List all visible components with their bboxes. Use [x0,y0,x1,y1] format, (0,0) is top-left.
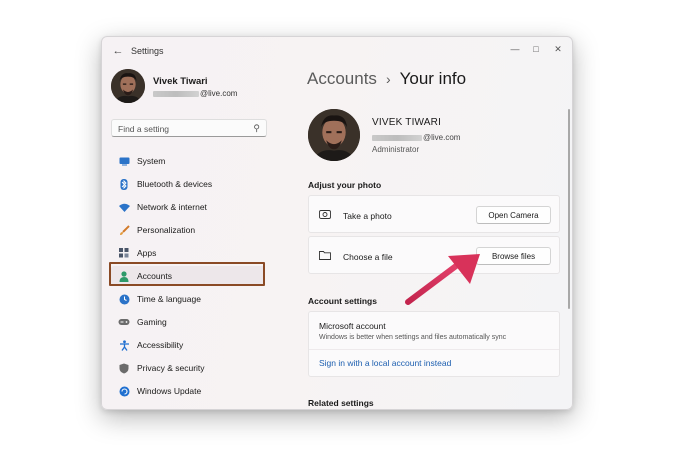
profile-email: @live.com [372,133,460,142]
sidebar-item-gaming[interactable]: Gaming [111,312,265,332]
sidebar-item-label: Accounts [137,271,172,281]
profile-avatar [308,109,360,161]
sidebar-item-label: Apps [137,248,157,258]
maximize-icon[interactable]: □ [526,41,546,57]
monitor-icon [118,155,130,167]
take-photo-label: Take a photo [343,211,392,221]
camera-icon [319,209,331,221]
sidebar-item-label: Privacy & security [137,363,205,373]
sidebar-item-label: Windows Update [137,386,202,396]
person-icon [118,270,130,282]
redacted-email-prefix [153,90,199,97]
related-settings-heading: Related settings [308,398,374,408]
divider [309,349,559,350]
close-icon[interactable]: ✕ [548,41,568,57]
search-box[interactable]: ⚲ [111,119,267,137]
update-icon [118,385,130,397]
sidebar-item-personalization[interactable]: Personalization [111,220,265,240]
search-input[interactable] [118,123,246,135]
avatar-photo-icon [308,109,360,161]
avatar[interactable] [111,69,145,103]
bluetooth-icon [118,178,130,190]
sidebar-item-privacy-security[interactable]: Privacy & security [111,358,265,378]
gamepad-icon [118,316,130,328]
adjust-photo-heading: Adjust your photo [308,180,382,190]
apps-icon [118,247,130,259]
breadcrumb-parent[interactable]: Accounts [307,69,377,89]
annotation-arrow-icon [405,254,480,305]
breadcrumb: Accounts › Your info [307,69,466,89]
brush-icon [118,224,130,236]
scrollbar[interactable] [568,109,570,309]
sidebar-item-label: Accessibility [137,340,184,350]
take-photo-card: Take a photo Open Camera [308,195,560,233]
back-arrow-icon[interactable]: ← [110,43,126,59]
sidebar-item-apps[interactable]: Apps [111,243,265,263]
microsoft-account-subtitle: Windows is better when settings and file… [319,334,507,341]
sidebar-item-system[interactable]: System [111,151,265,171]
profile-name: VIVEK TIWARI [372,117,442,128]
user-email: @live.com [153,89,237,98]
wifi-icon [118,201,130,213]
user-email-suffix: @live.com [200,89,238,98]
user-name: Vivek Tiwari [153,76,208,87]
globe-clock-icon [118,293,130,305]
sidebar-item-time-language[interactable]: Time & language [111,289,265,309]
sidebar-item-accessibility[interactable]: Accessibility [111,335,265,355]
microsoft-account-title: Microsoft account [319,321,386,331]
title-bar: ← Settings — □ ✕ [102,37,572,65]
minimize-icon[interactable]: — [505,41,525,57]
redacted-email-prefix [372,134,422,141]
sidebar-item-label: Network & internet [137,202,207,212]
profile-role: Administrator [372,145,420,154]
sidebar-item-label: Gaming [137,317,167,327]
avatar-photo-icon [111,69,145,103]
sidebar-item-label: System [137,156,166,166]
sidebar-item-bluetooth[interactable]: Bluetooth & devices [111,174,265,194]
sidebar-item-network[interactable]: Network & internet [111,197,265,217]
sidebar-item-label: Time & language [137,294,201,304]
microsoft-account-card: Microsoft account Windows is better when… [308,311,560,377]
profile-email-suffix: @live.com [423,133,461,142]
sidebar-item-windows-update[interactable]: Windows Update [111,381,265,401]
shield-icon [118,362,130,374]
search-icon[interactable]: ⚲ [253,123,260,134]
choose-file-label: Choose a file [343,252,393,262]
open-camera-button[interactable]: Open Camera [476,206,551,224]
settings-window: ← Settings — □ ✕ Vivek Tiwari @live.com … [101,36,573,410]
page-title: Your info [399,69,467,88]
sidebar-item-accounts[interactable]: Accounts [111,266,265,286]
account-settings-heading: Account settings [308,296,377,306]
sidebar-item-label: Bluetooth & devices [137,179,213,189]
folder-icon [319,250,331,262]
app-title: Settings [131,46,164,56]
local-account-link[interactable]: Sign in with a local account instead [319,358,451,368]
accessibility-icon [118,339,130,351]
sidebar-item-label: Personalization [137,225,196,235]
chevron-right-icon: › [385,71,391,87]
